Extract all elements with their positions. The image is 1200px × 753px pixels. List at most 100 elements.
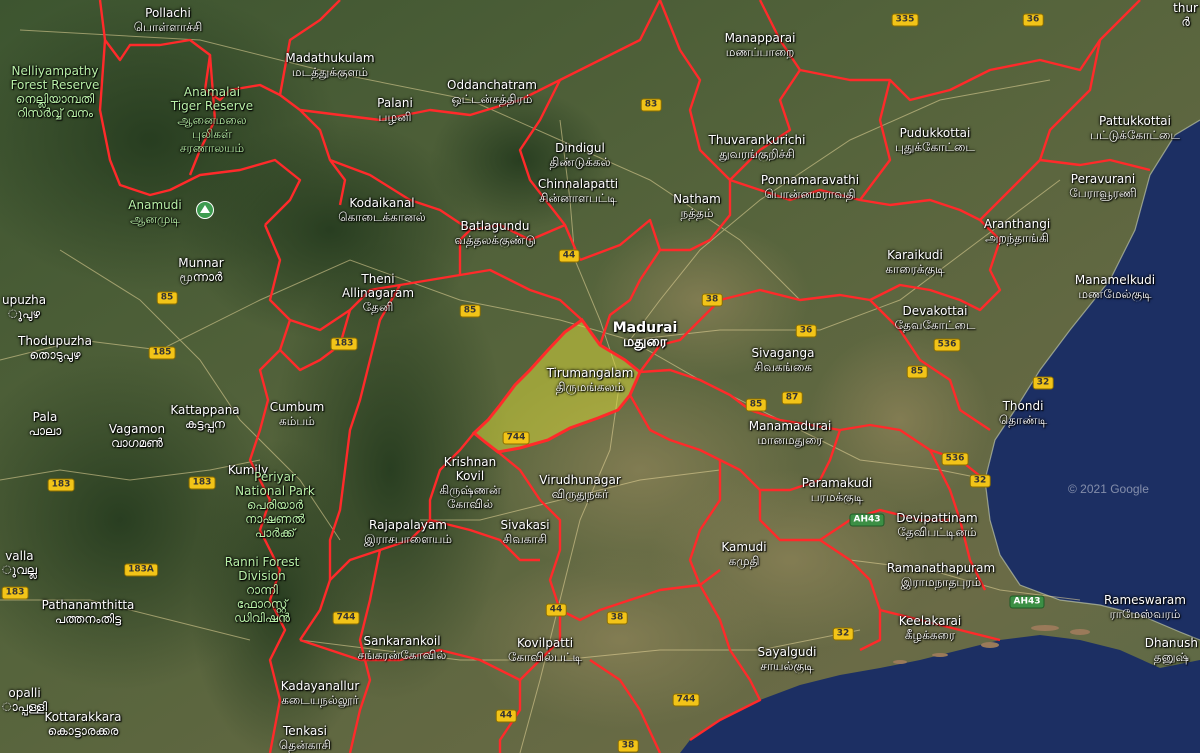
place-label-manapparai[interactable]: Manapparai மணப்பாறை [725,31,796,59]
place-label-peravurani[interactable]: Peravurani பேராவூரணி [1069,172,1137,200]
place-name-en: Pollachi [145,6,191,20]
place-name-en: Devipattinam [896,511,978,525]
place-label-krishnankovil[interactable]: Krishnan Kovil கிருஷ்ணன் கோவில் [439,455,500,511]
place-label-pala[interactable]: Pala പാലാ [29,410,62,438]
place-label-kattappana[interactable]: Kattappana കട്ടപ്പന [170,403,239,431]
place-name-local: மணமேல்குடி [1078,287,1152,301]
road-shield-s183a: 183 [330,337,358,351]
place-label-kamudi[interactable]: Kamudi கமுதி [721,540,766,568]
mountain-peak-icon[interactable] [196,201,214,219]
road-shield-s36a: 36 [1022,13,1044,27]
place-name-local: தேவிபட்டினம் [897,525,977,539]
place-label-ponnamaravathi[interactable]: Ponnamaravathi பொன்னமராவதி [761,173,859,201]
place-label-kovilpatti[interactable]: Kovilpatti கோவில்பட்டி [508,636,582,664]
place-name-en: Kottarakkara [44,710,122,724]
road-shield-s32a: 32 [1032,376,1054,390]
road-shield-s536b: 536 [941,452,969,466]
place-name-en: Sivaganga [751,346,815,360]
place-name-local: தொண்டி [998,413,1048,427]
place-label-tenkasi[interactable]: Tenkasi தென்காசி [279,724,331,752]
place-name-en: Krishnan Kovil [443,455,497,483]
place-label-thondi[interactable]: Thondi தொண்டி [999,399,1047,427]
place-label-periyar[interactable]: Periyar National Park പെരിയാർ നാഷണൽ പാർക്… [235,470,315,540]
place-label-virudhunagar[interactable]: Virudhunagar விருதுநகர் [539,473,621,501]
place-name-local: തൊടുപുഴ [29,348,81,362]
place-label-kodaikanal[interactable]: Kodaikanal கொடைக்கானல் [338,196,425,224]
place-label-thur[interactable]: thur ർ [1173,1,1198,29]
place-name-local: துவரங்குறிச்சி [719,147,795,161]
place-name-local: பொள்ளாச்சி [133,20,203,34]
place-label-upuzha[interactable]: upuzhaുപുഴ [2,293,46,321]
place-label-kadayanallur[interactable]: Kadayanallur கடையநல்லூர் [281,679,360,707]
place-name-en: Aranthangi [983,217,1051,231]
place-label-karaikudi[interactable]: Karaikudi காரைக்குடி [885,248,944,276]
place-label-oddanchatram[interactable]: Oddanchatram ஒட்டன்சத்திரம் [447,78,537,106]
place-label-cumbum[interactable]: Cumbum கம்பம் [270,400,325,428]
place-label-aranthangi[interactable]: Aranthangi அறந்தாங்கி [984,217,1050,245]
place-label-keelakarai[interactable]: Keelakarai கீழக்கரை [899,614,961,642]
place-label-natham[interactable]: Natham நத்தம் [673,192,721,220]
road-shield-s44c: 44 [495,709,517,723]
road-shield-s38b: 38 [606,611,628,625]
place-name-local: பட்டுக்கோட்டை [1090,128,1180,142]
place-label-vagamon[interactable]: Vagamon വാഗമൺ [109,422,165,450]
place-label-munnar[interactable]: Munnar மூന്നാർ [178,256,223,284]
place-label-paramakudi[interactable]: Paramakudi பரமக்குடி [802,476,873,504]
place-label-dhanushkodi[interactable]: Dhanush தனுஷ் [1145,636,1198,664]
place-label-batlagundu[interactable]: Batlagundu வத்தலக்குண்டு [454,219,535,247]
place-label-devipattinam[interactable]: Devipattinam தேவிபட்டினம் [896,511,977,539]
place-label-sivakasi[interactable]: Sivakasi சிவகாசி [500,518,549,546]
place-name-en: Devakottai [902,304,968,318]
road-shield-s536a: 536 [933,338,961,352]
place-name-en: Rajapalayam [369,518,447,532]
place-name-local: ാപ്പള്ളി [2,700,48,714]
place-label-opalli[interactable]: opalliാപ്പള്ളി [2,686,47,714]
place-name-en: valla [5,549,34,563]
place-label-thodupuzha[interactable]: Thodupuzha തൊടുപുഴ [18,334,92,362]
place-label-devakottai[interactable]: Devakottai தேவகோட்டை [895,304,976,332]
place-label-madathukulam[interactable]: Madathukulam மடத்துக்குளம் [285,51,374,79]
place-name-local: ുവല്ല [2,563,37,577]
place-name-local: சின்னாளபட்டி [539,191,617,205]
place-label-kottarakkara[interactable]: Kottarakkara കൊട്ടാരക്കര [45,710,122,738]
place-label-valla[interactable]: vallaുവല്ല [2,549,37,577]
place-label-anamudi[interactable]: Anamudi ஆனமுடி [128,198,181,226]
place-label-sayalgudi[interactable]: Sayalgudi சாயல்குடி [758,645,817,673]
place-name-local: அறந்தாங்கி [985,231,1049,245]
place-label-manamadurai[interactable]: Manamadurai மானமதுரை [749,419,832,447]
road-shield-s183c: 183 [47,478,75,492]
place-name-en: Kadayanallur [280,679,360,693]
place-label-palani[interactable]: Palani பழனி [377,96,413,124]
place-label-anamalai[interactable]: Anamalai Tiger Reserve ஆனைமலை புலிகள் சரண… [171,85,253,155]
place-name-en: Anamalai Tiger Reserve [170,85,254,113]
place-label-sankarankoil[interactable]: Sankarankoil சங்கரன்கோவில் [358,634,447,662]
place-label-sivaganga[interactable]: Sivaganga சிவகங்கை [752,346,815,374]
place-name-local: திருமங்கலம் [555,380,625,394]
place-label-rameswaram[interactable]: Rameswaram ராமேஸ்வரம் [1104,593,1186,621]
place-label-manamelkudi[interactable]: Manamelkudi மணமேல்குடி [1075,273,1155,301]
place-label-chinnalapatti[interactable]: Chinnalapatti சின்னாளபட்டி [538,177,618,205]
place-label-thuvarankurichi[interactable]: Thuvarankurichi துவரங்குறிச்சி [709,133,806,161]
place-name-local: பொன்னமராவதி [764,187,856,201]
road-shield-s32c: 32 [832,627,854,641]
place-name-local: சிவகாசி [502,532,548,546]
place-label-pudukkottai[interactable]: Pudukkottai புதுக்கோட்டை [895,126,975,154]
place-label-tirumangalam[interactable]: Tirumangalam திருமங்கலம் [547,366,634,394]
place-label-pollachi[interactable]: Pollachi பொள்ளாச்சி [134,6,203,34]
place-name-local: ർ [1181,15,1190,29]
place-label-ranni[interactable]: Ranni Forest Division റാന്നി ഫോറസ്റ്റ് ഡി… [225,555,300,625]
place-label-ramanathapuram[interactable]: Ramanathapuram இராமநாதபுரம் [887,561,995,589]
place-name-local: மூന്നാർ [179,270,223,284]
place-label-madurai[interactable]: Madurai மதுரை [613,321,678,349]
place-label-dindigul[interactable]: Dindigul திண்டுக்கல் [549,141,610,169]
place-name-local: ുപുഴ [8,307,41,321]
place-name-en: Palani [377,96,413,110]
place-label-rajapalayam[interactable]: Rajapalayam இராசபாளையம் [364,518,452,546]
place-name-local: மதுரை [623,334,667,350]
place-name-en: Anamudi [128,198,182,212]
place-name-en: opalli [8,686,41,700]
place-label-theni[interactable]: Theni Allinagaram தேனி [342,272,414,314]
place-label-pattukkottai[interactable]: Pattukkottai பட்டுக்கோட்டை [1090,114,1180,142]
place-label-pathanamthitta[interactable]: Pathanamthitta പത്തനംതിട്ട [42,598,135,626]
place-label-nelliyampathy[interactable]: Nelliyampathy Forest Reserve നെല്ലിയാമ്പത… [11,64,100,120]
